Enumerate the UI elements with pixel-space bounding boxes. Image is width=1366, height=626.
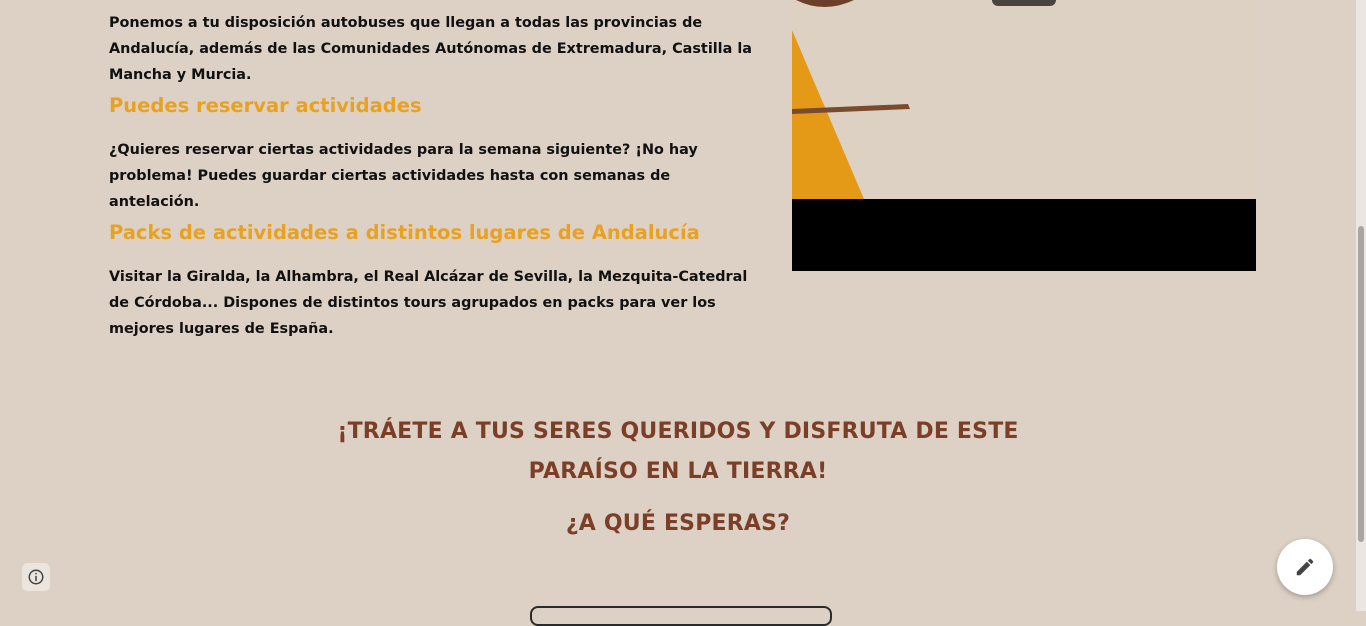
scrollbar-thumb[interactable] bbox=[1358, 226, 1364, 542]
site-info-button[interactable] bbox=[22, 563, 50, 591]
heading-reservar-actividades: Puedes reservar actividades bbox=[109, 94, 422, 117]
paragraph-packs: Visitar la Giralda, la Alhambra, el Real… bbox=[109, 269, 748, 337]
paragraph-reservar: ¿Quieres reservar ciertas actividades pa… bbox=[109, 142, 698, 210]
edit-button[interactable] bbox=[1277, 539, 1333, 595]
orange-triangle-shape bbox=[792, 30, 864, 199]
round-object-shape bbox=[796, 0, 854, 7]
cta-button-partial[interactable] bbox=[530, 606, 832, 626]
dark-object-shape bbox=[992, 0, 1056, 6]
illustration bbox=[792, 0, 1256, 199]
decorative-image bbox=[792, 0, 1256, 271]
pencil-icon bbox=[1296, 558, 1314, 576]
paragraph-autobuses: Ponemos a tu disposición autobuses que l… bbox=[109, 15, 752, 83]
info-icon bbox=[28, 569, 44, 585]
illustration-svg bbox=[792, 0, 1056, 199]
cta-heading: ¡TRÁETE A TUS SERES QUERIDOS Y DISFRUTA … bbox=[337, 419, 1019, 484]
image-black-band bbox=[792, 199, 1256, 271]
cta-question: ¿A QUÉ ESPERAS? bbox=[565, 511, 791, 536]
heading-packs-actividades: Packs de actividades a distintos lugares… bbox=[109, 221, 700, 244]
